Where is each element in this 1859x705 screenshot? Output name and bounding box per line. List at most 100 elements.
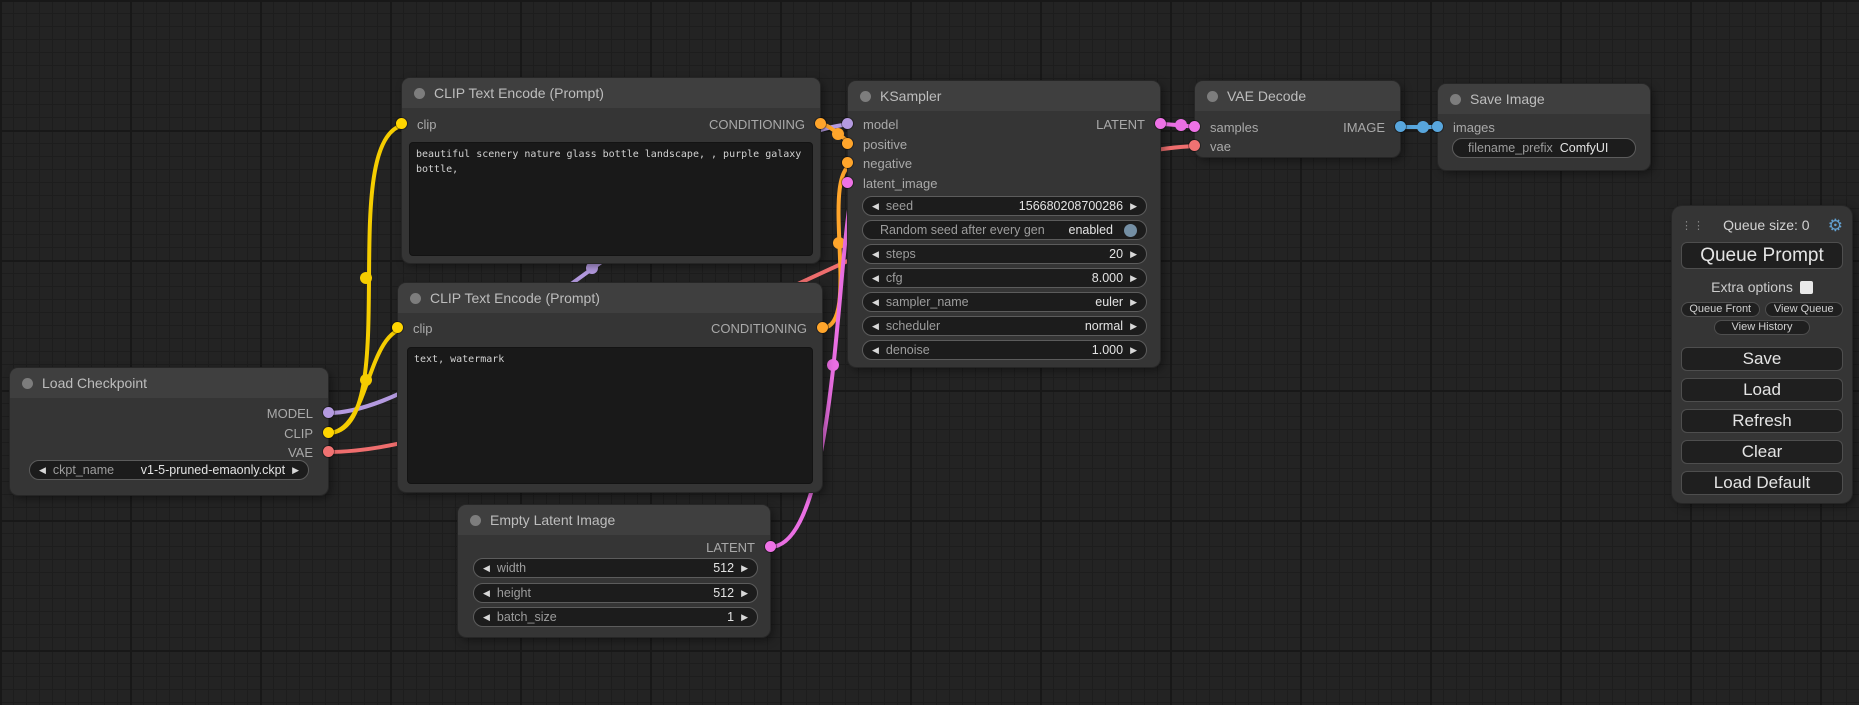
output-port-CONDITIONING[interactable] bbox=[817, 322, 828, 333]
node-ksampler[interactable]: KSamplermodelpositivenegativelatent_imag… bbox=[848, 81, 1160, 367]
output-slot-VAE: VAE bbox=[10, 442, 328, 462]
increment-arrow-icon[interactable]: ▶ bbox=[741, 613, 748, 622]
output-slot-IMAGE: IMAGE bbox=[1195, 117, 1400, 137]
collapse-dot-icon[interactable] bbox=[22, 378, 33, 389]
output-slot-CONDITIONING: CONDITIONING bbox=[398, 318, 822, 338]
decrement-arrow-icon[interactable]: ◀ bbox=[872, 322, 879, 331]
prompt-textarea[interactable]: text, watermark bbox=[407, 347, 813, 484]
clear-button[interactable]: Clear bbox=[1681, 440, 1843, 464]
output-port-LATENT[interactable] bbox=[1155, 118, 1166, 129]
output-port-VAE[interactable] bbox=[323, 446, 334, 457]
input-port-images[interactable] bbox=[1432, 121, 1443, 132]
input-port-latent_image[interactable] bbox=[842, 177, 853, 188]
load-button[interactable]: Load bbox=[1681, 378, 1843, 402]
widget-height[interactable]: ◀height512▶ bbox=[473, 583, 758, 603]
graph-canvas[interactable]: ⋮⋮ Queue size: 0 ⚙ Queue Prompt Extra op… bbox=[0, 0, 1859, 705]
view-queue-button[interactable]: View Queue bbox=[1765, 302, 1844, 317]
node-title-bar[interactable]: Empty Latent Image bbox=[458, 505, 770, 535]
extra-options-checkbox[interactable] bbox=[1800, 281, 1813, 294]
increment-arrow-icon[interactable]: ▶ bbox=[292, 466, 299, 475]
collapse-dot-icon[interactable] bbox=[410, 293, 421, 304]
widget-steps[interactable]: ◀steps20▶ bbox=[862, 244, 1147, 264]
toggle-indicator[interactable] bbox=[1124, 224, 1137, 237]
increment-arrow-icon[interactable]: ▶ bbox=[741, 564, 748, 573]
output-slot-CLIP: CLIP bbox=[10, 423, 328, 443]
node-title-bar[interactable]: VAE Decode bbox=[1195, 81, 1400, 111]
node-clip-text-encode-positive[interactable]: CLIP Text Encode (Prompt)clipCONDITIONIN… bbox=[402, 78, 820, 263]
decrement-arrow-icon[interactable]: ◀ bbox=[483, 613, 490, 622]
settings-gear-icon[interactable]: ⚙ bbox=[1828, 217, 1843, 234]
wire-midpoint-dot bbox=[827, 359, 839, 371]
widget-batch-size[interactable]: ◀batch_size1▶ bbox=[473, 607, 758, 627]
increment-arrow-icon[interactable]: ▶ bbox=[1130, 346, 1137, 355]
decrement-arrow-icon[interactable]: ◀ bbox=[872, 202, 879, 211]
input-port-positive[interactable] bbox=[842, 138, 853, 149]
collapse-dot-icon[interactable] bbox=[414, 88, 425, 99]
queue-front-button[interactable]: Queue Front bbox=[1681, 302, 1760, 317]
increment-arrow-icon[interactable]: ▶ bbox=[741, 589, 748, 598]
widget-label: filename_prefix bbox=[1462, 141, 1553, 155]
decrement-arrow-icon[interactable]: ◀ bbox=[872, 346, 879, 355]
widget-cfg[interactable]: ◀cfg8.000▶ bbox=[862, 268, 1147, 288]
input-slot-latent_image: latent_image bbox=[848, 173, 1160, 193]
input-port-negative[interactable] bbox=[842, 157, 853, 168]
input-port-vae[interactable] bbox=[1189, 140, 1200, 151]
node-title-bar[interactable]: CLIP Text Encode (Prompt) bbox=[398, 283, 822, 313]
widget-label: denoise bbox=[886, 343, 930, 357]
widget-seed[interactable]: ◀seed156680208700286▶ bbox=[862, 196, 1147, 216]
increment-arrow-icon[interactable]: ▶ bbox=[1130, 250, 1137, 259]
node-save-image[interactable]: Save Image imagesfilename_prefixComfyUI bbox=[1438, 84, 1650, 170]
increment-arrow-icon[interactable]: ▶ bbox=[1130, 298, 1137, 307]
node-title: VAE Decode bbox=[1227, 88, 1306, 104]
widget-value: enabled bbox=[1069, 223, 1114, 237]
widget-denoise[interactable]: ◀denoise1.000▶ bbox=[862, 340, 1147, 360]
widget-scheduler[interactable]: ◀schedulernormal▶ bbox=[862, 316, 1147, 336]
widget-label: scheduler bbox=[886, 319, 940, 333]
node-load-checkpoint[interactable]: Load CheckpointMODELCLIPVAE◀ckpt_namev1-… bbox=[10, 368, 328, 495]
output-port-LATENT[interactable] bbox=[765, 541, 776, 552]
queue-panel-header: ⋮⋮ Queue size: 0 ⚙ bbox=[1672, 206, 1852, 238]
output-port-MODEL[interactable] bbox=[323, 407, 334, 418]
node-empty-latent-image[interactable]: Empty Latent ImageLATENT◀width512▶◀heigh… bbox=[458, 505, 770, 637]
widget-random-seed-after-every-gen[interactable]: Random seed after every genenabled bbox=[862, 220, 1147, 240]
node-title-bar[interactable]: KSampler bbox=[848, 81, 1160, 111]
queue-prompt-button[interactable]: Queue Prompt bbox=[1681, 242, 1843, 269]
widget-label: ckpt_name bbox=[53, 463, 114, 477]
output-port-CLIP[interactable] bbox=[323, 427, 334, 438]
widget-width[interactable]: ◀width512▶ bbox=[473, 558, 758, 578]
collapse-dot-icon[interactable] bbox=[1207, 91, 1218, 102]
decrement-arrow-icon[interactable]: ◀ bbox=[483, 589, 490, 598]
output-label: CLIP bbox=[284, 426, 313, 441]
node-vae-decode[interactable]: VAE DecodesamplesvaeIMAGE bbox=[1195, 81, 1400, 157]
decrement-arrow-icon[interactable]: ◀ bbox=[872, 274, 879, 283]
node-title: CLIP Text Encode (Prompt) bbox=[434, 85, 604, 101]
output-port-CONDITIONING[interactable] bbox=[815, 118, 826, 129]
decrement-arrow-icon[interactable]: ◀ bbox=[39, 466, 46, 475]
prompt-textarea[interactable]: beautiful scenery nature glass bottle la… bbox=[409, 142, 813, 256]
extra-options-label: Extra options bbox=[1711, 279, 1793, 295]
collapse-dot-icon[interactable] bbox=[1450, 94, 1461, 105]
input-slot-images: images bbox=[1438, 117, 1650, 137]
drag-handle-icon[interactable]: ⋮⋮ bbox=[1681, 219, 1705, 232]
widget-sampler-name[interactable]: ◀sampler_nameeuler▶ bbox=[862, 292, 1147, 312]
collapse-dot-icon[interactable] bbox=[470, 515, 481, 526]
widget-value: euler bbox=[1095, 295, 1123, 309]
widget-filename-prefix[interactable]: filename_prefixComfyUI bbox=[1452, 138, 1636, 158]
node-title-bar[interactable]: Save Image bbox=[1438, 84, 1650, 114]
increment-arrow-icon[interactable]: ▶ bbox=[1130, 274, 1137, 283]
decrement-arrow-icon[interactable]: ◀ bbox=[872, 250, 879, 259]
node-title-bar[interactable]: CLIP Text Encode (Prompt) bbox=[402, 78, 820, 108]
increment-arrow-icon[interactable]: ▶ bbox=[1130, 322, 1137, 331]
node-title-bar[interactable]: Load Checkpoint bbox=[10, 368, 328, 398]
increment-arrow-icon[interactable]: ▶ bbox=[1130, 202, 1137, 211]
refresh-button[interactable]: Refresh bbox=[1681, 409, 1843, 433]
node-clip-text-encode-negative[interactable]: CLIP Text Encode (Prompt)clipCONDITIONIN… bbox=[398, 283, 822, 492]
decrement-arrow-icon[interactable]: ◀ bbox=[872, 298, 879, 307]
view-history-button[interactable]: View History bbox=[1714, 320, 1810, 335]
widget-ckpt-name[interactable]: ◀ckpt_namev1-5-pruned-emaonly.ckpt▶ bbox=[29, 460, 309, 480]
collapse-dot-icon[interactable] bbox=[860, 91, 871, 102]
save-button[interactable]: Save bbox=[1681, 347, 1843, 371]
output-port-IMAGE[interactable] bbox=[1395, 121, 1406, 132]
decrement-arrow-icon[interactable]: ◀ bbox=[483, 564, 490, 573]
load-default-button[interactable]: Load Default bbox=[1681, 471, 1843, 495]
